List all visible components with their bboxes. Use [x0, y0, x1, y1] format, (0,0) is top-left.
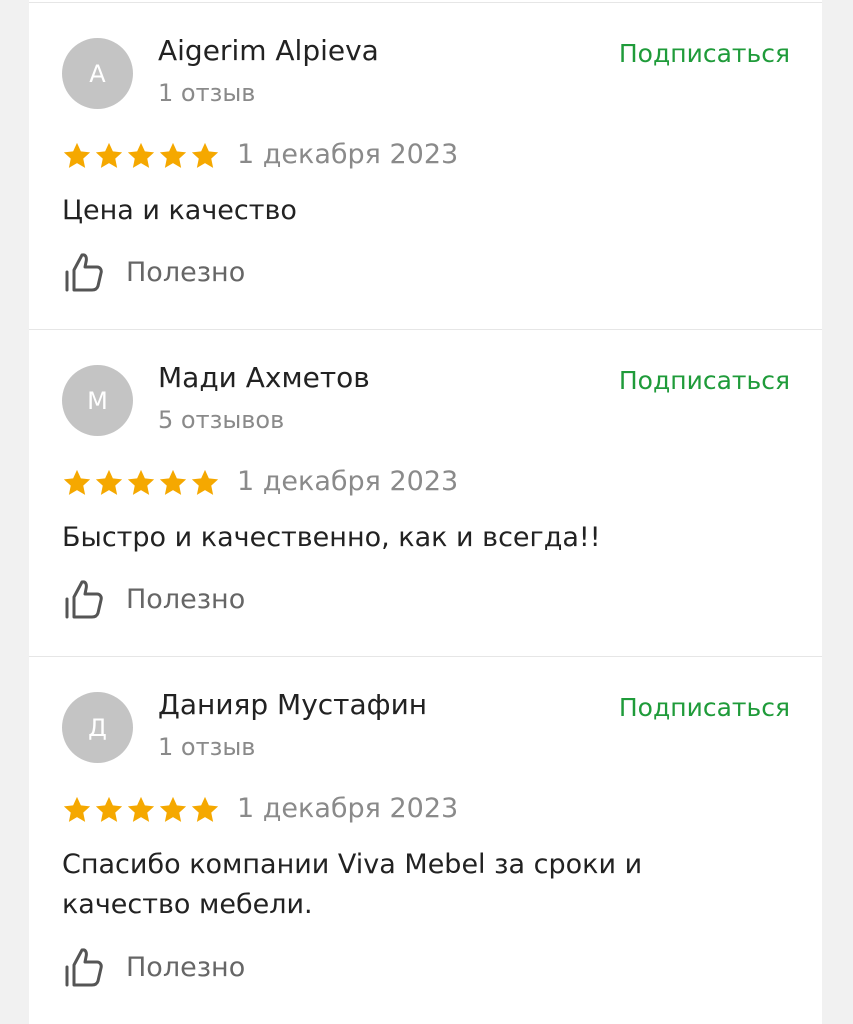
thumbs-up-icon [65, 253, 103, 292]
helpful-button[interactable]: Полезно [62, 944, 245, 990]
star-icon [191, 469, 219, 495]
helpful-button[interactable]: Полезно [62, 249, 245, 295]
subscribe-button[interactable]: Подписаться [619, 693, 790, 722]
star-icon [95, 142, 123, 168]
author-review-count: 1 отзыв [158, 79, 256, 107]
helpful-label: Полезно [126, 583, 246, 615]
reviews-list: A Aigerim Alpieva 1 отзыв Подписаться 1 … [29, 0, 822, 1024]
review-date: 1 декабря 2023 [237, 139, 459, 170]
subscribe-button[interactable]: Подписаться [619, 366, 790, 395]
author-review-count: 5 отзывов [158, 406, 285, 434]
star-icon [95, 796, 123, 822]
review-text: Быстро и качественно, как и всегда!! [62, 522, 601, 553]
review-date: 1 декабря 2023 [237, 793, 459, 824]
star-icon [127, 142, 155, 168]
star-icon [127, 796, 155, 822]
review-text: Цена и качество [62, 195, 297, 226]
star-icon [159, 469, 187, 495]
star-icon [159, 142, 187, 168]
star-icon [63, 142, 91, 168]
helpful-button[interactable]: Полезно [62, 576, 245, 622]
star-icon [127, 469, 155, 495]
star-icon [191, 796, 219, 822]
thumbs-up-icon [65, 580, 103, 619]
author-name[interactable]: Данияр Мустафин [158, 688, 427, 721]
avatar: Д [62, 692, 133, 763]
review-card: A Aigerim Alpieva 1 отзыв Подписаться 1 … [29, 2, 822, 328]
author-name[interactable]: Мади Ахметов [158, 361, 370, 394]
subscribe-button[interactable]: Подписаться [619, 39, 790, 68]
star-rating [62, 468, 222, 498]
star-icon [63, 796, 91, 822]
star-icon [95, 469, 123, 495]
star-icon [191, 142, 219, 168]
star-icon [159, 796, 187, 822]
review-date: 1 декабря 2023 [237, 466, 459, 497]
author-review-count: 1 отзыв [158, 733, 256, 761]
review-text: Спасибо компании Viva Mebel за сроки и к… [62, 849, 643, 920]
thumbs-up-icon [65, 948, 103, 987]
avatar: М [62, 365, 133, 436]
review-card: Д Данияр Мустафин 1 отзыв Подписаться 1 … [29, 656, 822, 1024]
helpful-label: Полезно [126, 256, 246, 288]
helpful-label: Полезно [126, 951, 246, 983]
star-rating [62, 795, 222, 825]
review-card: М Мади Ахметов 5 отзывов Подписаться 1 д… [29, 329, 822, 655]
star-icon [63, 469, 91, 495]
avatar: A [62, 38, 133, 109]
star-rating [62, 141, 222, 171]
author-name[interactable]: Aigerim Alpieva [158, 34, 379, 67]
